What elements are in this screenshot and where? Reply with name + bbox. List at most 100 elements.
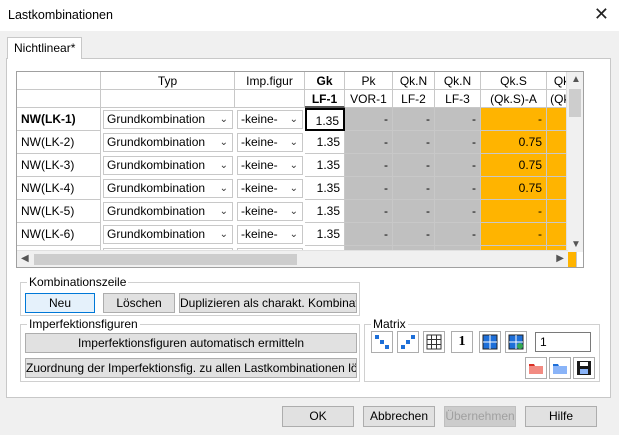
ok-button[interactable]: OK	[282, 406, 354, 427]
chevron-down-icon: ⌄	[289, 229, 298, 240]
lf3-value[interactable]: -	[435, 108, 481, 131]
matrix-label: Matrix	[371, 317, 408, 331]
header-qkn2: Qk.N	[435, 72, 481, 90]
uebernehmen-button[interactable]: Übernehmen	[444, 406, 516, 427]
chevron-down-icon: ⌄	[219, 114, 228, 125]
typ-select[interactable]: Grundkombination⌄	[103, 156, 233, 175]
scroll-right-icon[interactable]: ▶	[556, 253, 564, 264]
header-typ: Typ	[101, 72, 235, 90]
matrix-grid-icon[interactable]	[423, 331, 445, 353]
kombinationszeile-group: Kombinationszeile Neu Löschen Dupliziere…	[20, 275, 360, 316]
pk-value[interactable]: -	[345, 108, 393, 131]
row-name[interactable]: NW(LK-6)	[17, 223, 101, 246]
pk-value[interactable]: -	[345, 177, 393, 200]
typ-select[interactable]: Grundkombination⌄	[103, 225, 233, 244]
matrix-one-button[interactable]: 1	[451, 331, 473, 353]
open-folder-red-icon[interactable]	[525, 357, 547, 379]
horizontal-scroll-thumb[interactable]	[34, 254, 297, 265]
gk-value[interactable]: 1.35	[305, 108, 345, 131]
chevron-down-icon: ⌄	[289, 114, 298, 125]
tab-nichtlinear[interactable]: Nichtlinear*	[7, 37, 83, 59]
duplizieren-button[interactable]: Duplizieren als charakt. Kombination	[179, 293, 357, 313]
header-corner	[17, 72, 101, 90]
open-folder-blue-icon[interactable]	[549, 357, 571, 379]
imperfektion-zuordnung-loeschen-button[interactable]: Zuordnung der Imperfektionsfig. zu allen…	[25, 358, 357, 378]
lf2-value[interactable]: -	[393, 177, 435, 200]
vertical-scrollbar[interactable]: ▲ ▼	[566, 72, 583, 252]
impfigur-select[interactable]: -keine-⌄	[237, 202, 303, 221]
horizontal-scrollbar[interactable]: ◀ ▶	[17, 250, 568, 267]
hilfe-button[interactable]: Hilfe	[525, 406, 597, 427]
loeschen-button[interactable]: Löschen	[103, 293, 175, 313]
lf2-value[interactable]: -	[393, 108, 435, 131]
pk-value[interactable]: -	[345, 200, 393, 223]
lf2-value[interactable]: -	[393, 154, 435, 177]
scroll-left-icon[interactable]: ◀	[21, 253, 29, 264]
lf3-value[interactable]: -	[435, 223, 481, 246]
impfigur-select[interactable]: -keine-⌄	[237, 133, 303, 152]
lf3-value[interactable]: -	[435, 131, 481, 154]
header-sub-impfigur	[235, 90, 305, 108]
lf2-value[interactable]: -	[393, 131, 435, 154]
row-name[interactable]: NW(LK-3)	[17, 154, 101, 177]
matrix-fill-icon[interactable]	[479, 331, 501, 353]
matrix-diagonal-up-icon[interactable]	[397, 331, 419, 353]
chevron-down-icon: ⌄	[289, 137, 298, 148]
save-icon[interactable]	[573, 357, 595, 379]
abbrechen-button[interactable]: Abbrechen	[363, 406, 435, 427]
qks-value[interactable]: 0.75	[481, 177, 547, 200]
vertical-scroll-thumb[interactable]	[569, 89, 581, 117]
pk-value[interactable]: -	[345, 223, 393, 246]
qks-value[interactable]: -	[481, 200, 547, 223]
chevron-down-icon: ⌄	[219, 160, 228, 171]
typ-select[interactable]: Grundkombination⌄	[103, 179, 233, 198]
matrix-generate-icon[interactable]	[505, 331, 527, 353]
row-name[interactable]: NW(LK-5)	[17, 200, 101, 223]
gk-value[interactable]: 1.35	[305, 154, 345, 177]
combination-grid[interactable]: Typ Imp.figur Gk LF-1 Pk VOR-1 Qk.N LF-2 Qk.N LF-…	[16, 71, 584, 268]
chevron-down-icon: ⌄	[289, 206, 298, 217]
chevron-down-icon: ⌄	[219, 137, 228, 148]
pk-value[interactable]: -	[345, 154, 393, 177]
row-name[interactable]: NW(LK-2)	[17, 131, 101, 154]
chevron-down-icon: ⌄	[219, 206, 228, 217]
impfigur-select[interactable]: -keine-⌄	[237, 179, 303, 198]
chevron-down-icon: ⌄	[289, 160, 298, 171]
title-bar: Lastkombinationen ✕	[0, 0, 619, 31]
lf3-value[interactable]: -	[435, 200, 481, 223]
qks-value[interactable]: 0.75	[481, 131, 547, 154]
close-icon[interactable]: ✕	[594, 5, 609, 23]
pk-value[interactable]: -	[345, 131, 393, 154]
impfigur-select[interactable]: -keine-⌄	[237, 156, 303, 175]
typ-select[interactable]: Grundkombination⌄	[103, 110, 233, 129]
impfigur-select[interactable]: -keine-⌄	[237, 110, 303, 129]
matrix-diagonal-down-icon[interactable]	[371, 331, 393, 353]
qks-value[interactable]: -	[481, 108, 547, 131]
typ-select[interactable]: Grundkombination⌄	[103, 202, 233, 221]
gk-value[interactable]: 1.35	[305, 131, 345, 154]
gk-value[interactable]: 1.35	[305, 200, 345, 223]
neu-button[interactable]: Neu	[25, 293, 95, 313]
header-gk: Gk	[305, 72, 345, 90]
lf2-value[interactable]: -	[393, 200, 435, 223]
matrix-value-input[interactable]	[535, 332, 591, 352]
qks-value[interactable]: -	[481, 223, 547, 246]
imperfektion-auto-button[interactable]: Imperfektionsfiguren automatisch ermitte…	[25, 333, 357, 353]
impfigur-select[interactable]: -keine-⌄	[237, 225, 303, 244]
chevron-down-icon: ⌄	[219, 183, 228, 194]
header-sub-qkn2: LF-3	[435, 90, 481, 108]
gk-value[interactable]: 1.35	[305, 177, 345, 200]
gk-value[interactable]: 1.35	[305, 223, 345, 246]
lf3-value[interactable]: -	[435, 177, 481, 200]
row-name[interactable]: NW(LK-1)	[17, 108, 101, 131]
typ-select[interactable]: Grundkombination⌄	[103, 133, 233, 152]
lf3-value[interactable]: -	[435, 154, 481, 177]
qks-value[interactable]: 0.75	[481, 154, 547, 177]
header-sub-qkn1: LF-2	[393, 90, 435, 108]
header-qkn1: Qk.N	[393, 72, 435, 90]
scroll-down-icon[interactable]: ▼	[571, 239, 581, 250]
scroll-up-icon[interactable]: ▲	[571, 74, 581, 85]
row-name[interactable]: NW(LK-4)	[17, 177, 101, 200]
imperfektion-group: Imperfektionsfiguren Imperfektionsfigure…	[20, 317, 360, 382]
lf2-value[interactable]: -	[393, 223, 435, 246]
